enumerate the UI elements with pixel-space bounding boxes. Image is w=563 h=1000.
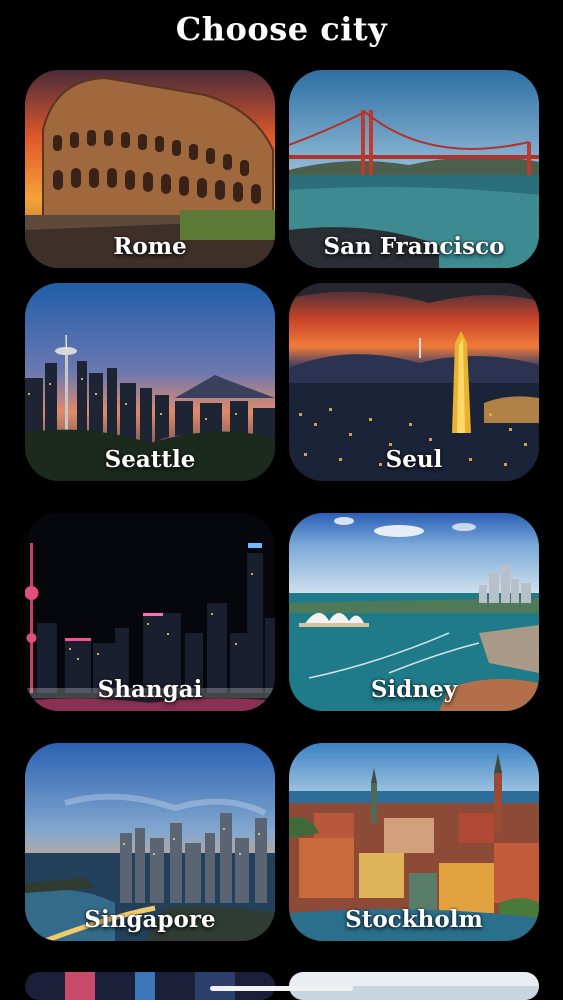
city-card-rome[interactable]: Rome	[25, 70, 275, 268]
city-card-seul[interactable]: Seul	[289, 283, 539, 481]
city-label: Seul	[385, 446, 443, 473]
city-label: Stockholm	[345, 906, 483, 933]
home-indicator[interactable]	[210, 986, 353, 991]
city-label: San Francisco	[323, 233, 505, 260]
city-card-seattle[interactable]: Seattle	[25, 283, 275, 481]
city-card-shangai[interactable]: Shangai	[25, 513, 275, 711]
city-label: Singapore	[84, 906, 216, 933]
city-label: Rome	[113, 233, 187, 260]
city-card-singapore[interactable]: Singapore	[25, 743, 275, 941]
city-card-sidney[interactable]: Sidney	[289, 513, 539, 711]
city-label: Seattle	[104, 446, 196, 473]
page-title: Choose city	[175, 10, 388, 48]
city-card-stockholm[interactable]: Stockholm	[289, 743, 539, 941]
city-label: Shangai	[97, 676, 203, 703]
city-label: Sidney	[370, 676, 458, 703]
city-card-san-francisco[interactable]: San Francisco	[289, 70, 539, 268]
